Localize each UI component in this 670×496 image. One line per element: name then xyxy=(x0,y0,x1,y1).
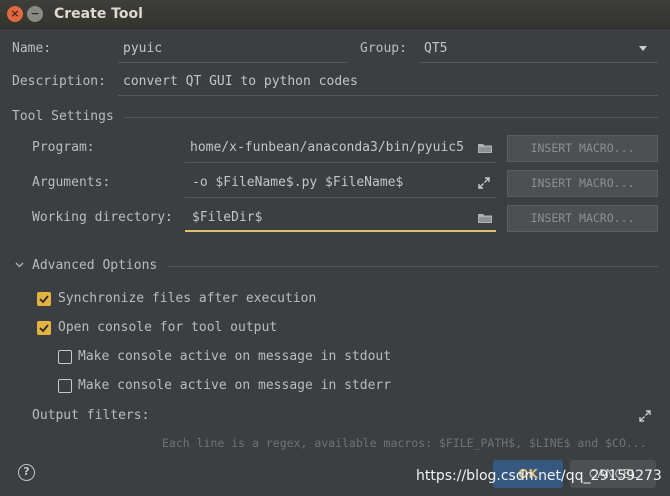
description-input[interactable]: convert QT GUI to python codes xyxy=(123,74,653,89)
advanced-options-divider xyxy=(168,266,658,267)
working-directory-input-underline xyxy=(185,230,496,232)
expand-icon[interactable] xyxy=(478,177,490,189)
console-active-stdout-checkbox[interactable] xyxy=(58,350,72,364)
name-input[interactable]: pyuic xyxy=(123,41,345,56)
expand-icon[interactable] xyxy=(639,410,651,422)
arguments-input[interactable]: -o $FileName$.py $FileName$ xyxy=(192,175,472,190)
working-directory-input[interactable]: $FileDir$ xyxy=(192,210,472,225)
program-input[interactable]: home/x-funbean/anaconda3/bin/pyuic5 xyxy=(190,140,472,155)
synchronize-files-label[interactable]: Synchronize files after execution xyxy=(58,291,316,306)
title-bar: × − Create Tool xyxy=(0,0,670,29)
console-active-stderr-label[interactable]: Make console active on message in stderr xyxy=(78,378,391,393)
synchronize-files-checkbox[interactable] xyxy=(37,292,51,306)
name-label: Name: xyxy=(12,41,52,56)
chevron-down-icon[interactable] xyxy=(15,262,24,268)
description-input-underline xyxy=(118,95,658,96)
program-label: Program: xyxy=(32,140,95,155)
arguments-insert-macro-button[interactable]: INSERT MACRO... xyxy=(507,170,658,197)
group-select-underline xyxy=(419,62,658,63)
help-icon[interactable]: ? xyxy=(18,464,35,481)
folder-icon[interactable] xyxy=(478,142,492,153)
group-select[interactable]: QT5 xyxy=(424,41,624,56)
output-filters-hint: Each line is a regex, available macros: … xyxy=(162,436,647,450)
watermark-text: https://blog.csdn.net/qq_29159273 xyxy=(416,468,662,484)
console-active-stdout-label[interactable]: Make console active on message in stdout xyxy=(78,349,391,364)
window-title: Create Tool xyxy=(54,6,143,22)
open-console-checkbox[interactable] xyxy=(37,321,51,335)
arguments-label: Arguments: xyxy=(32,175,111,190)
group-label: Group: xyxy=(360,41,407,56)
dropdown-arrow-icon[interactable] xyxy=(639,46,647,52)
name-input-underline xyxy=(118,62,347,63)
tool-settings-divider xyxy=(124,117,658,118)
description-label: Description: xyxy=(12,74,106,89)
arguments-input-underline xyxy=(185,197,496,198)
output-filters-label: Output filters: xyxy=(32,408,150,423)
program-insert-macro-button[interactable]: INSERT MACRO... xyxy=(507,135,658,162)
minimize-icon[interactable]: − xyxy=(27,6,43,22)
folder-icon[interactable] xyxy=(478,212,492,223)
working-directory-insert-macro-button[interactable]: INSERT MACRO... xyxy=(507,205,658,232)
open-console-label[interactable]: Open console for tool output xyxy=(58,320,277,335)
console-active-stderr-checkbox[interactable] xyxy=(58,379,72,393)
working-directory-label: Working directory: xyxy=(32,210,173,225)
program-input-underline xyxy=(185,162,496,163)
advanced-options-header[interactable]: Advanced Options xyxy=(32,258,157,273)
tool-settings-header: Tool Settings xyxy=(12,109,114,124)
close-icon[interactable]: × xyxy=(7,6,23,22)
